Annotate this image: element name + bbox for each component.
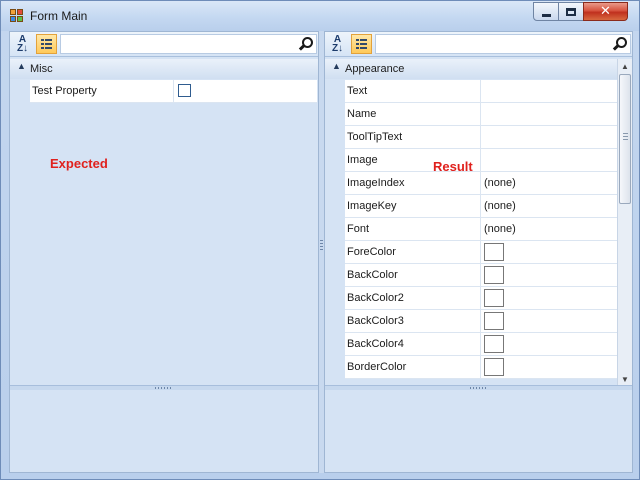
color-swatch[interactable] <box>484 312 504 330</box>
column-separator[interactable] <box>480 356 481 378</box>
property-row[interactable]: Text <box>345 80 617 103</box>
property-name: BackColor <box>347 269 398 281</box>
property-row[interactable]: BackColor4 <box>345 333 617 356</box>
minimize-button[interactable] <box>533 2 559 21</box>
property-row[interactable]: Test Property <box>30 80 317 103</box>
property-grid-body: ▲ Misc Test Property <box>10 57 318 387</box>
column-separator[interactable] <box>480 218 481 240</box>
category-label: Misc <box>30 63 53 75</box>
property-grid-toolbar: A Z↓ <box>325 32 632 57</box>
scrollbar-thumb[interactable] <box>619 74 631 204</box>
property-grid-toolbar: A Z↓ <box>10 32 318 57</box>
property-name: Text <box>347 85 368 97</box>
category-label: Appearance <box>345 63 405 75</box>
column-separator[interactable] <box>173 80 174 102</box>
column-separator[interactable] <box>480 149 481 171</box>
sort-az-icon: A Z↓ <box>16 34 29 54</box>
categorized-view-button[interactable] <box>351 34 372 54</box>
color-swatch[interactable] <box>484 243 504 261</box>
column-separator[interactable] <box>480 80 481 102</box>
search-icon[interactable] <box>299 37 313 51</box>
property-name: ToolTipText <box>347 131 403 143</box>
category-row-misc[interactable]: ▲ Misc <box>10 59 318 79</box>
color-swatch[interactable] <box>484 266 504 284</box>
collapse-icon[interactable]: ▲ <box>332 61 341 71</box>
column-separator[interactable] <box>480 103 481 125</box>
expected-annotation: Expected <box>50 156 108 171</box>
property-name: ImageIndex <box>347 177 405 189</box>
maximize-button[interactable] <box>558 2 584 21</box>
column-separator[interactable] <box>480 195 481 217</box>
close-button[interactable]: ✕ <box>583 2 628 21</box>
categorized-icon <box>41 39 52 49</box>
scroll-up-icon[interactable]: ▲ <box>618 59 632 73</box>
property-name: Image <box>347 154 378 166</box>
property-row[interactable]: ToolTipText <box>345 126 617 149</box>
help-panel <box>325 390 632 472</box>
right-property-grid: A Z↓ ▲ Appearance Text Name ToolTipText Ima… <box>324 31 633 473</box>
categorized-icon <box>356 39 367 49</box>
property-value[interactable]: (none) <box>484 200 516 212</box>
property-name: ForeColor <box>347 246 396 258</box>
column-separator[interactable] <box>480 264 481 286</box>
column-separator[interactable] <box>480 126 481 148</box>
splitter-grip-icon <box>320 240 323 252</box>
property-name: BorderColor <box>347 361 407 373</box>
app-icon <box>10 9 24 23</box>
vertical-scrollbar[interactable]: ▲ ▼ <box>617 59 632 386</box>
property-value[interactable]: (none) <box>484 177 516 189</box>
search-input[interactable] <box>375 34 631 54</box>
test-property-checkbox[interactable] <box>178 84 191 97</box>
result-annotation: Result <box>433 159 473 174</box>
property-row[interactable]: Font (none) <box>345 218 617 241</box>
column-separator[interactable] <box>480 333 481 355</box>
sort-az-icon: A Z↓ <box>331 34 344 54</box>
window-title: Form Main <box>30 9 88 23</box>
help-panel <box>10 390 318 472</box>
property-name: BackColor2 <box>347 292 404 304</box>
property-name: BackColor3 <box>347 315 404 327</box>
property-row[interactable]: Image <box>345 149 617 172</box>
property-row[interactable]: ImageKey (none) <box>345 195 617 218</box>
property-value[interactable]: (none) <box>484 223 516 235</box>
search-input[interactable] <box>60 34 317 54</box>
splitter-grip-icon <box>155 387 173 389</box>
property-name: ImageKey <box>347 200 397 212</box>
property-name: Test Property <box>32 85 97 97</box>
property-row[interactable]: Name <box>345 103 617 126</box>
property-row[interactable]: ImageIndex (none) <box>345 172 617 195</box>
title-bar[interactable]: Form Main ✕ <box>1 1 639 31</box>
left-property-grid: A Z↓ ▲ Misc Test Property <box>9 31 319 473</box>
scroll-down-icon[interactable]: ▼ <box>618 372 632 386</box>
property-row[interactable]: BackColor <box>345 264 617 287</box>
categorized-view-button[interactable] <box>36 34 57 54</box>
maximize-icon <box>566 7 576 16</box>
column-separator[interactable] <box>480 287 481 309</box>
property-row[interactable]: ForeColor <box>345 241 617 264</box>
category-row-appearance[interactable]: ▲ Appearance <box>325 59 632 79</box>
column-separator[interactable] <box>480 172 481 194</box>
property-name: BackColor4 <box>347 338 404 350</box>
property-row[interactable]: BorderColor <box>345 356 617 379</box>
color-swatch[interactable] <box>484 358 504 376</box>
column-separator[interactable] <box>480 310 481 332</box>
minimize-icon <box>541 13 551 17</box>
property-name: Name <box>347 108 377 120</box>
alphabetical-sort-button[interactable]: A Z↓ <box>12 34 33 54</box>
close-icon: ✕ <box>600 4 611 19</box>
property-name: Font <box>347 223 370 235</box>
client-area: A Z↓ ▲ Misc Test Property A Z↓ ▲ Appeara… <box>9 31 633 473</box>
splitter-grip-icon <box>469 387 488 389</box>
collapse-icon[interactable]: ▲ <box>17 61 26 71</box>
property-grid-body: ▲ Appearance Text Name ToolTipText Image Ima… <box>325 57 632 387</box>
color-swatch[interactable] <box>484 289 504 307</box>
color-swatch[interactable] <box>484 335 504 353</box>
column-separator[interactable] <box>480 241 481 263</box>
form-main-window: Form Main ✕ A Z↓ ▲ Misc Test Property A … <box>0 0 640 480</box>
search-icon[interactable] <box>613 37 627 51</box>
property-row[interactable]: BackColor3 <box>345 310 617 333</box>
property-row[interactable]: BackColor2 <box>345 287 617 310</box>
alphabetical-sort-button[interactable]: A Z↓ <box>327 34 348 54</box>
